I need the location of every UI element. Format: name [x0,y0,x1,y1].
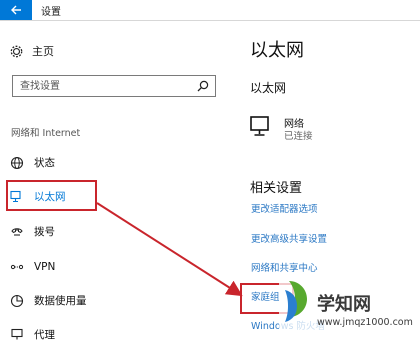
watermark-text: 学知网 [317,294,371,315]
highlight-box-ethernet [6,180,97,211]
sidebar-item-vpn[interactable]: VPN [10,260,55,274]
sidebar-item-label: 数据使用量 [34,295,87,307]
section-subtitle: 以太网 [250,81,287,95]
sidebar-item-label: 拨号 [34,226,55,238]
proxy-icon [11,328,23,339]
home-label: 主页 [32,45,54,58]
sidebar-item-status[interactable]: 状态 [10,155,55,170]
search-input[interactable] [13,76,196,96]
link-adapter-options[interactable]: 更改适配器选项 [251,201,318,215]
sidebar-item-dialup[interactable]: 拨号 [10,224,55,239]
related-settings-title: 相关设置 [250,181,303,196]
section-label: 网络和 Internet [11,128,81,139]
data-usage-icon [10,294,24,307]
search-icon[interactable] [197,80,209,92]
sidebar-item-label: VPN [34,261,56,273]
watermark-url: www.jmqz1000.com [317,317,413,328]
ethernet-icon [250,116,269,136]
back-button[interactable] [0,0,32,20]
dialup-icon [11,227,23,236]
link-advanced-sharing[interactable]: 更改高级共享设置 [251,231,327,245]
window-title: 设置 [41,7,61,18]
back-arrow-icon [11,5,21,15]
sidebar-item-label: 代理 [34,329,55,341]
gear-icon [10,45,23,57]
sidebar-item-data-usage[interactable]: 数据使用量 [10,293,87,308]
link-network-sharing-center[interactable]: 网络和共享中心 [251,260,318,274]
vpn-icon [10,264,24,270]
page-title: 以太网 [250,40,304,61]
sidebar-item-proxy[interactable]: 代理 [10,327,55,342]
title-divider [0,20,420,21]
globe-icon [10,156,24,169]
title-bar: 设置 [0,0,420,20]
sidebar-home[interactable]: 主页 [10,43,54,59]
network-status: 已连接 [284,131,313,142]
search-field[interactable] [12,75,216,97]
sidebar-item-label: 状态 [34,157,55,169]
